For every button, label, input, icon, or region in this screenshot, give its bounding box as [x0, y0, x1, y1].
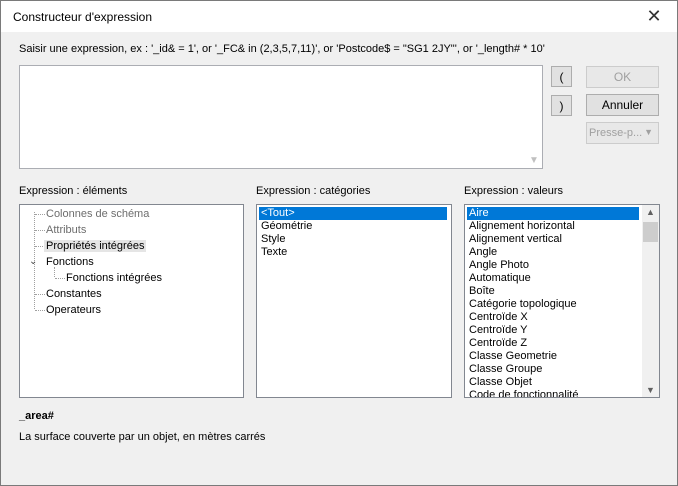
editor-scrollbar[interactable]: ▼ — [525, 66, 542, 168]
value-item[interactable]: Boîte — [467, 285, 495, 298]
tree-item-label: Fonctions — [46, 256, 94, 268]
value-item[interactable]: Alignement vertical — [467, 233, 562, 246]
cancel-button[interactable]: Annuler — [586, 94, 659, 116]
clipboard-button-label: Presse-p... — [589, 127, 643, 139]
tree-branch — [35, 230, 45, 231]
tree-branch — [35, 310, 45, 311]
category-item-geometrie[interactable]: Géométrie — [259, 220, 312, 233]
value-item[interactable]: Classe Groupe — [467, 363, 542, 376]
values-header: Expression : valeurs — [464, 185, 564, 197]
tree-item-constantes[interactable]: Constantes — [46, 288, 102, 300]
tree-item-operateurs[interactable]: Operateurs — [46, 304, 101, 316]
tree-branch — [35, 294, 45, 295]
tree-item-proprietes-integrees[interactable]: Propriétés intégrées — [44, 240, 147, 252]
value-item[interactable]: Centroïde X — [467, 311, 528, 324]
description-name: _area# — [19, 410, 54, 422]
description-text: La surface couverte par un objet, en mèt… — [19, 431, 266, 443]
tree-item-fonctions-integrees[interactable]: Fonctions intégrées — [66, 272, 162, 284]
expression-builder-dialog: Constructeur d'expression ✕ Saisir une e… — [0, 0, 678, 486]
open-paren-button[interactable]: ( — [551, 66, 572, 87]
tree-item-colonnes-de-schema[interactable]: Colonnes de schéma — [46, 208, 149, 220]
category-item-texte[interactable]: Texte — [259, 246, 287, 259]
values-scrollbar[interactable]: ▲ ▼ — [642, 205, 659, 397]
tree-item-label: Propriétés intégrées — [44, 240, 147, 252]
value-item[interactable]: Catégorie topologique — [467, 298, 577, 311]
tree-item-label: Constantes — [46, 288, 102, 300]
tree-branch — [55, 278, 65, 279]
value-item[interactable]: Aire — [466, 206, 640, 221]
tree-item-label: Colonnes de schéma — [46, 208, 150, 220]
tree-branch — [35, 214, 45, 215]
categories-header: Expression : catégories — [256, 185, 371, 197]
category-item-style[interactable]: Style — [259, 233, 285, 246]
tree-item-label: Fonctions intégrées — [66, 272, 162, 284]
chevron-down-icon: ▼ — [644, 127, 653, 137]
value-item[interactable]: Classe Objet — [467, 376, 532, 389]
values-list[interactable]: Aire Alignement horizontal Alignement ve… — [464, 204, 660, 398]
ok-button[interactable]: OK — [586, 66, 659, 88]
value-item[interactable]: Alignement horizontal — [467, 220, 575, 233]
tree-item-label: Attributs — [46, 224, 87, 236]
tree-item-label: Operateurs — [46, 304, 102, 316]
categories-list[interactable]: <Tout> Géométrie Style Texte — [256, 204, 452, 398]
value-item[interactable]: Code de fonctionnalité — [467, 389, 578, 397]
scroll-up-icon[interactable]: ▲ — [646, 207, 655, 217]
scroll-down-icon[interactable]: ▼ — [646, 385, 655, 395]
expression-hint: Saisir une expression, ex : '_id& = 1', … — [19, 43, 545, 55]
title-bar: Constructeur d'expression ✕ — [1, 1, 677, 32]
close-paren-button[interactable]: ) — [551, 95, 572, 116]
close-icon[interactable]: ✕ — [631, 1, 677, 32]
value-item[interactable]: Angle — [467, 246, 497, 259]
expression-input[interactable]: ▼ — [19, 65, 543, 169]
tree-connector-child — [54, 267, 55, 277]
scrollbar-thumb[interactable] — [643, 222, 658, 242]
value-item[interactable]: Angle Photo — [467, 259, 529, 272]
chevron-down-icon[interactable]: ⌄ — [29, 256, 37, 267]
tree-item-attributs[interactable]: Attributs — [46, 224, 86, 236]
scroll-down-icon: ▼ — [529, 155, 539, 166]
category-item-tout[interactable]: <Tout> — [258, 206, 448, 221]
elements-header: Expression : éléments — [19, 185, 128, 197]
value-item[interactable]: Classe Geometrie — [467, 350, 557, 363]
clipboard-dropdown-button[interactable]: Presse-p... ▼ — [586, 122, 659, 144]
tree-item-fonctions[interactable]: Fonctions — [46, 256, 94, 268]
value-item[interactable]: Centroïde Z — [467, 337, 527, 350]
value-item[interactable]: Centroïde Y — [467, 324, 528, 337]
window-title: Constructeur d'expression — [13, 10, 153, 24]
elements-tree[interactable]: Colonnes de schéma Attributs Propriétés … — [19, 204, 244, 398]
value-item[interactable]: Automatique — [467, 272, 531, 285]
